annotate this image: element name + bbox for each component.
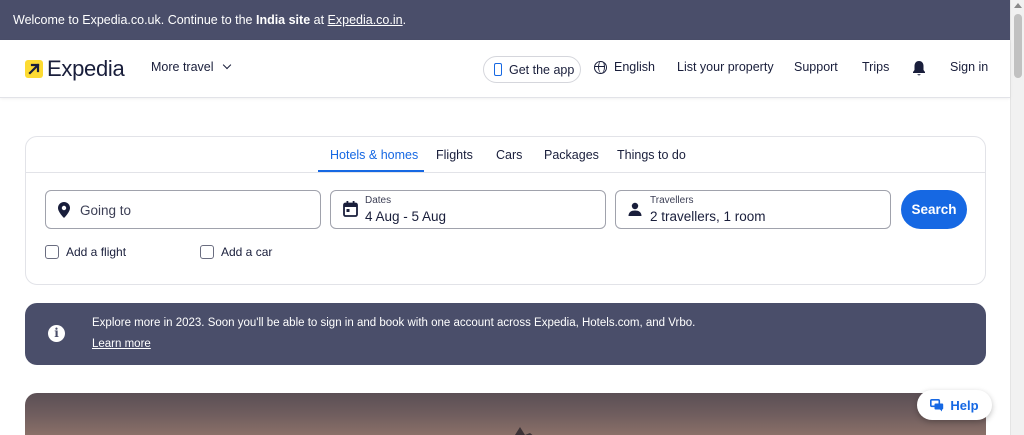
banner-bold-site: India site: [255, 13, 311, 27]
tab-packages[interactable]: Packages: [544, 148, 599, 162]
more-travel-label: More travel: [151, 60, 214, 74]
language-selector[interactable]: English: [594, 60, 655, 74]
site-header: Expedia More travel Get the app English …: [0, 40, 1010, 98]
search-form-card: Hotels & homes Flights Cars Packages Thi…: [25, 136, 986, 285]
support-link[interactable]: Support: [794, 60, 838, 74]
add-car-option[interactable]: Add a car: [200, 245, 272, 259]
language-label: English: [614, 60, 655, 74]
active-tab-indicator: [318, 170, 424, 172]
destination-placeholder: Going to: [80, 203, 132, 218]
dates-field[interactable]: Dates 4 Aug - 5 Aug: [330, 190, 606, 229]
dates-label: Dates: [365, 195, 392, 206]
bell-icon[interactable]: [911, 60, 927, 80]
list-your-property-link[interactable]: List your property: [677, 60, 774, 74]
banner-middle: at: [310, 13, 328, 27]
add-flight-label: Add a flight: [66, 245, 127, 259]
trips-link[interactable]: Trips: [862, 60, 889, 74]
chat-icon: [930, 398, 944, 411]
locale-banner: Welcome to Expedia.co.uk. Continue to th…: [0, 0, 1010, 40]
calendar-icon: [343, 201, 358, 220]
get-app-label: Get the app: [509, 62, 575, 77]
tab-hotels-homes[interactable]: Hotels & homes: [330, 148, 418, 162]
travellers-label: Travellers: [650, 195, 694, 206]
banner-suffix: .: [402, 13, 407, 27]
hero-skyline-silhouette: [515, 427, 533, 435]
more-travel-menu[interactable]: More travel: [151, 60, 231, 74]
dates-value: 4 Aug - 5 Aug: [365, 209, 447, 224]
scroll-thumb[interactable]: [1014, 14, 1022, 78]
info-message: Explore more in 2023. Soon you'll be abl…: [92, 317, 696, 329]
banner-prefix: Welcome to Expedia.co.uk. Continue to th…: [13, 13, 256, 27]
add-flight-option[interactable]: Add a flight: [45, 245, 126, 259]
expedia-logo[interactable]: Expedia: [25, 56, 125, 81]
location-pin-icon: [58, 202, 70, 221]
help-label: Help: [950, 397, 979, 413]
search-button[interactable]: Search: [901, 190, 967, 229]
phone-icon: [494, 63, 502, 76]
add-flight-checkbox[interactable]: [45, 245, 59, 259]
destination-field[interactable]: Going to: [45, 190, 321, 229]
chevron-down-icon: [222, 60, 231, 70]
search-tabs: Hotels & homes Flights Cars Packages Thi…: [26, 137, 985, 173]
travellers-field[interactable]: Travellers 2 travellers, 1 room: [615, 190, 891, 229]
travellers-value: 2 travellers, 1 room: [650, 209, 766, 224]
hero-image: [25, 393, 986, 435]
get-the-app-button[interactable]: Get the app: [483, 56, 581, 83]
logo-arrow-icon: [25, 60, 43, 78]
india-site-link[interactable]: Expedia.co.in: [328, 13, 403, 27]
logo-text: Expedia: [47, 56, 125, 81]
scroll-up-arrow-icon[interactable]: [1014, 3, 1022, 8]
globe-icon: [594, 60, 607, 74]
tab-flights[interactable]: Flights: [436, 148, 473, 162]
help-button[interactable]: Help: [917, 390, 992, 420]
add-car-label: Add a car: [221, 245, 273, 259]
add-car-checkbox[interactable]: [200, 245, 214, 259]
tab-things-to-do[interactable]: Things to do: [617, 148, 686, 162]
person-icon: [628, 202, 642, 219]
learn-more-link[interactable]: Learn more: [92, 338, 151, 350]
page-scrollbar[interactable]: [1010, 0, 1024, 435]
sign-in-link[interactable]: Sign in: [950, 60, 988, 74]
info-icon: i: [48, 325, 65, 342]
one-key-info-banner: i Explore more in 2023. Soon you'll be a…: [25, 303, 986, 365]
tab-cars[interactable]: Cars: [496, 148, 522, 162]
